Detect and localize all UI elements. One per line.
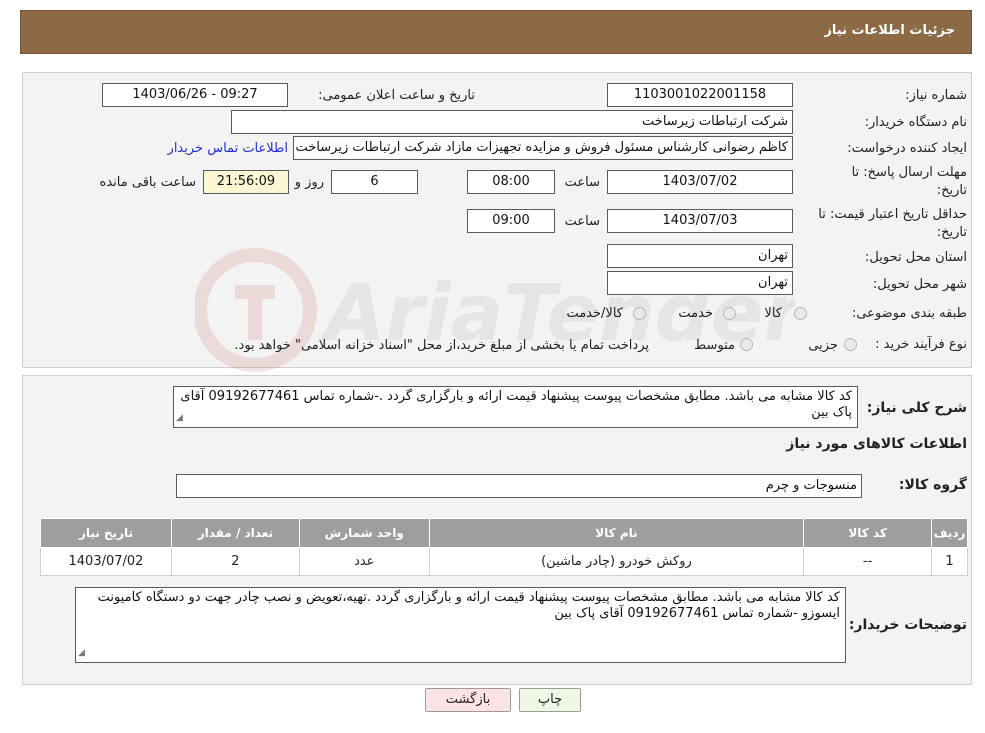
process-radio-medium[interactable] bbox=[740, 338, 753, 351]
col-need-date: تاریخ نیاز bbox=[40, 518, 172, 548]
province-label: استان محل تحویل: bbox=[865, 250, 967, 265]
category-label: طبقه بندی موضوعی: bbox=[851, 306, 967, 321]
buyer-org-label: نام دستگاه خریدار: bbox=[864, 115, 967, 130]
remaining-time-field: 21:56:09 bbox=[203, 170, 289, 194]
category-option-goods: کالا bbox=[764, 306, 782, 321]
back-button[interactable]: بازگشت bbox=[425, 688, 511, 712]
validity-time-label: ساعت bbox=[564, 214, 600, 229]
need-number-label: شماره نیاز: bbox=[905, 88, 967, 103]
province-field: تهران bbox=[607, 244, 793, 268]
category-radio-service[interactable] bbox=[723, 307, 736, 320]
city-field: تهران bbox=[607, 271, 793, 295]
cell-quantity: 2 bbox=[170, 547, 300, 576]
resize-grip-icon[interactable]: ◢ bbox=[176, 410, 183, 426]
process-option-minor: جزیی bbox=[808, 338, 838, 353]
summary-textarea[interactable]: کد کالا مشابه می باشد. مطابق مشخصات پیوس… bbox=[173, 386, 858, 428]
goods-table-header: ردیف کد کالا نام کالا واحد شمارش تعداد /… bbox=[40, 518, 968, 548]
category-radio-goods[interactable] bbox=[794, 307, 807, 320]
need-number-field: 1103001022001158 bbox=[607, 83, 793, 107]
announce-label: تاریخ و ساعت اعلان عمومی: bbox=[318, 88, 475, 103]
buyer-contact-link[interactable]: اطلاعات تماس خریدار bbox=[168, 141, 288, 156]
announce-datetime-field: 1403/06/26 - 09:27 bbox=[102, 83, 288, 107]
col-goods-name: نام کالا bbox=[428, 518, 805, 548]
city-label: شهر محل تحویل: bbox=[872, 277, 967, 292]
print-button[interactable]: چاپ bbox=[519, 688, 581, 712]
creator-label: ایجاد کننده درخواست: bbox=[847, 141, 967, 156]
validity-time-field: 09:00 bbox=[467, 209, 555, 233]
cell-goods-code: -- bbox=[803, 547, 933, 576]
process-radio-minor[interactable] bbox=[844, 338, 857, 351]
creator-field: کاظم رضوانی کارشناس مسئول فروش و مزایده … bbox=[293, 136, 793, 160]
buyer-notes-text: کد کالا مشابه می باشد. مطابق مشخصات پیوس… bbox=[97, 590, 840, 621]
category-option-service: خدمت bbox=[678, 306, 713, 321]
resize-grip-icon[interactable]: ◢ bbox=[78, 645, 85, 661]
buyer-notes-textarea[interactable]: کد کالا مشابه می باشد. مطابق مشخصات پیوس… bbox=[75, 587, 846, 663]
category-option-goods-service: کالا/خدمت bbox=[566, 306, 623, 321]
cell-need-date: 1403/07/02 bbox=[40, 547, 172, 576]
col-quantity: تعداد / مقدار bbox=[170, 518, 300, 548]
cell-row: 1 bbox=[931, 547, 968, 576]
goods-group-field: منسوجات و چرم bbox=[176, 474, 862, 498]
deadline-time-label: ساعت bbox=[564, 175, 600, 190]
goods-group-label: گروه کالا: bbox=[898, 477, 967, 493]
buyer-org-field: شرکت ارتباطات زیرساخت bbox=[231, 110, 793, 134]
validity-date-field: 1403/07/03 bbox=[607, 209, 793, 233]
process-option-medium: متوسط bbox=[694, 338, 735, 353]
validity-label: حداقل تاریخ اعتبار قیمت: تا bbox=[818, 207, 967, 222]
goods-table: ردیف کد کالا نام کالا واحد شمارش تعداد /… bbox=[40, 518, 968, 576]
days-label: روز و bbox=[294, 175, 324, 190]
validity-label-date: تاریخ: bbox=[936, 225, 967, 240]
buyer-notes-label: توضیحات خریدار: bbox=[848, 617, 967, 633]
page-title: جزئیات اطلاعات نیاز bbox=[824, 23, 955, 38]
remaining-label: ساعت باقی مانده bbox=[99, 175, 196, 190]
col-goods-code: کد کالا bbox=[803, 518, 933, 548]
col-unit: واحد شمارش bbox=[298, 518, 430, 548]
remaining-days-field: 6 bbox=[331, 170, 418, 194]
cell-unit: عدد bbox=[298, 547, 430, 576]
summary-label: شرح کلی نیاز: bbox=[866, 400, 967, 416]
summary-text: کد کالا مشابه می باشد. مطابق مشخصات پیوس… bbox=[180, 389, 852, 420]
process-label: نوع فرآیند خرید : bbox=[875, 337, 967, 352]
process-payment-note: پرداخت تمام یا بخشی از مبلغ خرید،از محل … bbox=[234, 338, 649, 353]
deadline-label: مهلت ارسال پاسخ: تا bbox=[851, 165, 967, 180]
col-row: ردیف bbox=[931, 518, 968, 548]
page-header: جزئیات اطلاعات نیاز bbox=[20, 10, 972, 54]
goods-info-title: اطلاعات کالاهای مورد نیاز bbox=[786, 436, 967, 452]
deadline-label-date: تاریخ: bbox=[936, 183, 967, 198]
category-radio-goods-service[interactable] bbox=[633, 307, 646, 320]
table-row: 1 -- روکش خودرو (چادر ماشین) عدد 2 1403/… bbox=[40, 547, 968, 576]
deadline-time-field: 08:00 bbox=[467, 170, 555, 194]
cell-goods-name: روکش خودرو (چادر ماشین) bbox=[428, 547, 805, 576]
deadline-date-field: 1403/07/02 bbox=[607, 170, 793, 194]
